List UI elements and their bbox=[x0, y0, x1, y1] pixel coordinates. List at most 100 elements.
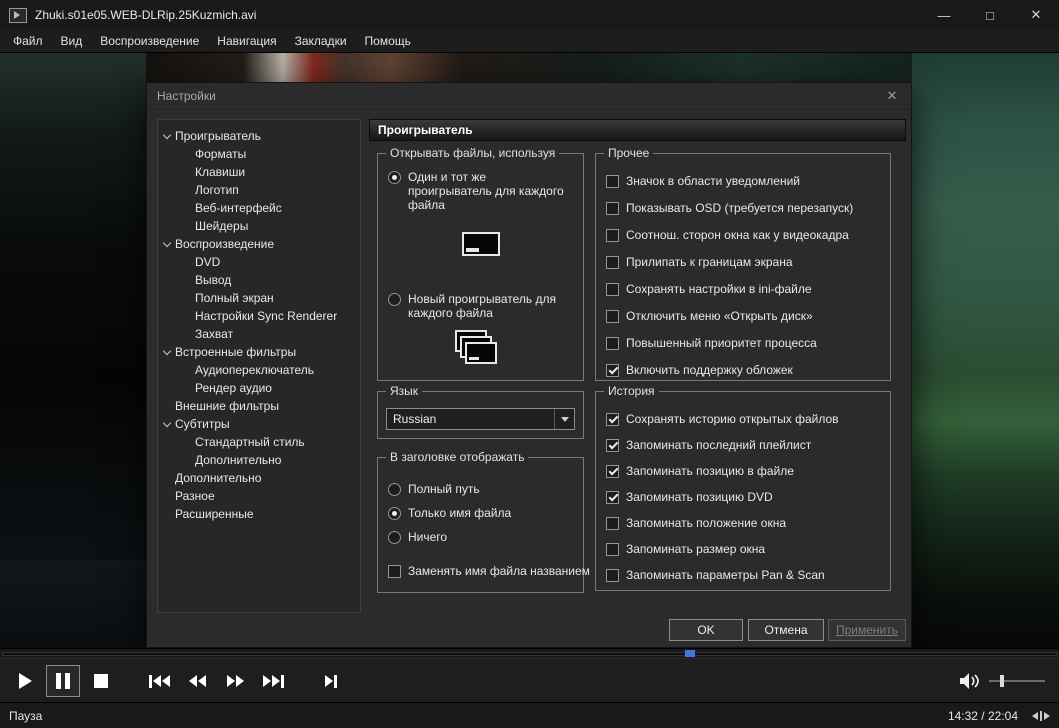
radio-file-name-only[interactable]: Только имя файла bbox=[388, 506, 511, 520]
checkbox-ini-file[interactable]: Сохранять настройки в ini-файле bbox=[606, 282, 884, 296]
radio-icon[interactable] bbox=[388, 483, 401, 496]
minimize-button[interactable]: — bbox=[921, 0, 967, 30]
radio-icon[interactable] bbox=[388, 171, 401, 184]
maximize-button[interactable]: □ bbox=[967, 0, 1013, 30]
stop-button[interactable] bbox=[84, 665, 118, 697]
checkbox-high-priority[interactable]: Повышенный приоритет процесса bbox=[606, 336, 884, 350]
checkbox-icon[interactable] bbox=[606, 438, 619, 452]
tree-item-advanced[interactable]: Расширенные bbox=[158, 505, 360, 523]
checkbox-icon[interactable] bbox=[606, 516, 619, 530]
pause-button[interactable] bbox=[46, 665, 80, 697]
ok-button[interactable]: OK bbox=[669, 619, 743, 641]
checkbox-icon[interactable] bbox=[606, 228, 619, 242]
menu-file[interactable]: Файл bbox=[4, 30, 52, 52]
tree-item-playback[interactable]: Воспроизведение bbox=[158, 235, 360, 253]
checkbox-label: Повышенный приоритет процесса bbox=[626, 336, 817, 350]
checkbox-icon[interactable] bbox=[606, 490, 619, 504]
checkbox-window-aspect[interactable]: Соотнош. сторон окна как у видеокадра bbox=[606, 228, 884, 242]
tree-item-formats[interactable]: Форматы bbox=[158, 145, 360, 163]
single-player-icon bbox=[461, 232, 500, 256]
checkbox-cover-art[interactable]: Включить поддержку обложек bbox=[606, 363, 884, 377]
menu-playback[interactable]: Воспроизведение bbox=[91, 30, 208, 52]
tree-item-advanced-sub[interactable]: Дополнительно bbox=[158, 469, 360, 487]
tree-item-capture[interactable]: Захват bbox=[158, 325, 360, 343]
tree-item-player[interactable]: Проигрыватель bbox=[158, 127, 360, 145]
tree-item-external-filters[interactable]: Внешние фильтры bbox=[158, 397, 360, 415]
speaker-icon[interactable] bbox=[959, 672, 981, 690]
checkbox-remember-dvd-position[interactable]: Запоминать позицию DVD bbox=[606, 490, 884, 504]
radio-icon[interactable] bbox=[388, 293, 401, 306]
menu-navigation[interactable]: Навигация bbox=[208, 30, 285, 52]
apply-button[interactable]: Применить bbox=[828, 619, 906, 641]
seek-thumb[interactable] bbox=[685, 650, 696, 657]
checkbox-icon[interactable] bbox=[606, 568, 619, 582]
radio-icon[interactable] bbox=[388, 531, 401, 544]
language-select[interactable]: Russian bbox=[386, 408, 575, 430]
volume-slider[interactable] bbox=[989, 674, 1045, 688]
rewind-button[interactable] bbox=[180, 665, 214, 697]
checkbox-icon[interactable] bbox=[606, 282, 619, 296]
radio-nothing[interactable]: Ничего bbox=[388, 530, 447, 544]
group-title: Язык bbox=[386, 384, 423, 398]
checkbox-icon[interactable] bbox=[388, 564, 401, 578]
tree-item-subtitles-misc[interactable]: Дополнительно bbox=[158, 451, 360, 469]
tree-item-audio-renderer[interactable]: Рендер аудио bbox=[158, 379, 360, 397]
group-title: Открывать файлы, используя bbox=[386, 146, 560, 160]
radio-icon[interactable] bbox=[388, 507, 401, 520]
cancel-button[interactable]: Отмена bbox=[748, 619, 824, 641]
checkbox-icon[interactable] bbox=[606, 363, 619, 377]
combo-dropdown-button[interactable] bbox=[554, 409, 574, 429]
checkbox-icon[interactable] bbox=[606, 309, 619, 323]
tree-item-web-interface[interactable]: Веб-интерфейс bbox=[158, 199, 360, 217]
radio-new-player[interactable]: Новый проигрыватель для каждого файла bbox=[388, 292, 566, 320]
player-window: Zhuki.s01e05.WEB-DLRip.25Kuzmich.avi — □… bbox=[0, 0, 1059, 728]
tree-item-audio-switcher[interactable]: Аудиопереключатель bbox=[158, 361, 360, 379]
tree-item-fullscreen[interactable]: Полный экран bbox=[158, 289, 360, 307]
tree-item-logo[interactable]: Логотип bbox=[158, 181, 360, 199]
checkbox-tray-icon[interactable]: Значок в области уведомлений bbox=[606, 174, 884, 188]
menu-help[interactable]: Помощь bbox=[356, 30, 420, 52]
radio-same-player[interactable]: Один и тот же проигрыватель для каждого … bbox=[388, 170, 566, 212]
volume-thumb[interactable] bbox=[1000, 675, 1005, 687]
checkbox-remember-playlist[interactable]: Запоминать последний плейлист bbox=[606, 438, 884, 452]
checkbox-icon[interactable] bbox=[606, 542, 619, 556]
checkbox-keep-history[interactable]: Сохранять историю открытых файлов bbox=[606, 412, 884, 426]
checkbox-icon[interactable] bbox=[606, 336, 619, 350]
skip-back-button[interactable] bbox=[142, 665, 176, 697]
checkbox-icon[interactable] bbox=[606, 201, 619, 215]
seek-track[interactable] bbox=[2, 652, 1057, 656]
checkbox-snap-edges[interactable]: Прилипать к границам экрана bbox=[606, 255, 884, 269]
tree-item-output[interactable]: Вывод bbox=[158, 271, 360, 289]
fast-forward-button[interactable] bbox=[218, 665, 252, 697]
dialog-title-bar[interactable]: Настройки ✕ bbox=[147, 83, 911, 110]
menu-view[interactable]: Вид bbox=[52, 30, 92, 52]
tree-item-label: Настройки Sync Renderer bbox=[195, 309, 338, 323]
tree-item-shaders[interactable]: Шейдеры bbox=[158, 217, 360, 235]
checkbox-icon[interactable] bbox=[606, 464, 619, 478]
checkbox-remember-window-size[interactable]: Запоминать размер окна bbox=[606, 542, 884, 556]
menu-bookmarks[interactable]: Закладки bbox=[286, 30, 356, 52]
close-button[interactable]: ✕ bbox=[1013, 0, 1059, 30]
checkbox-remember-pan-scan[interactable]: Запоминать параметры Pan & Scan bbox=[606, 568, 884, 582]
video-frame-right bbox=[912, 52, 1059, 648]
checkbox-replace-filename-title[interactable]: Заменять имя файла названием bbox=[388, 564, 590, 578]
tree-item-default-style[interactable]: Стандартный стиль bbox=[158, 433, 360, 451]
tree-item-misc[interactable]: Разное bbox=[158, 487, 360, 505]
checkbox-icon[interactable] bbox=[606, 412, 619, 426]
radio-full-path[interactable]: Полный путь bbox=[388, 482, 480, 496]
checkbox-icon[interactable] bbox=[606, 255, 619, 269]
dialog-close-icon[interactable]: ✕ bbox=[883, 88, 901, 104]
tree-item-sync-renderer[interactable]: Настройки Sync Renderer bbox=[158, 307, 360, 325]
frame-step-button[interactable] bbox=[314, 665, 348, 697]
tree-item-internal-filters[interactable]: Встроенные фильтры bbox=[158, 343, 360, 361]
play-button[interactable] bbox=[8, 665, 42, 697]
checkbox-icon[interactable] bbox=[606, 174, 619, 188]
checkbox-disable-open-disc[interactable]: Отключить меню «Открыть диск» bbox=[606, 309, 884, 323]
tree-item-subtitles[interactable]: Субтитры bbox=[158, 415, 360, 433]
checkbox-show-osd[interactable]: Показывать OSD (требуется перезапуск) bbox=[606, 201, 884, 215]
checkbox-remember-window-position[interactable]: Запоминать положение окна bbox=[606, 516, 884, 530]
tree-item-keys[interactable]: Клавиши bbox=[158, 163, 360, 181]
checkbox-remember-file-position[interactable]: Запоминать позицию в файле bbox=[606, 464, 884, 478]
skip-forward-button[interactable] bbox=[256, 665, 290, 697]
tree-item-dvd[interactable]: DVD bbox=[158, 253, 360, 271]
